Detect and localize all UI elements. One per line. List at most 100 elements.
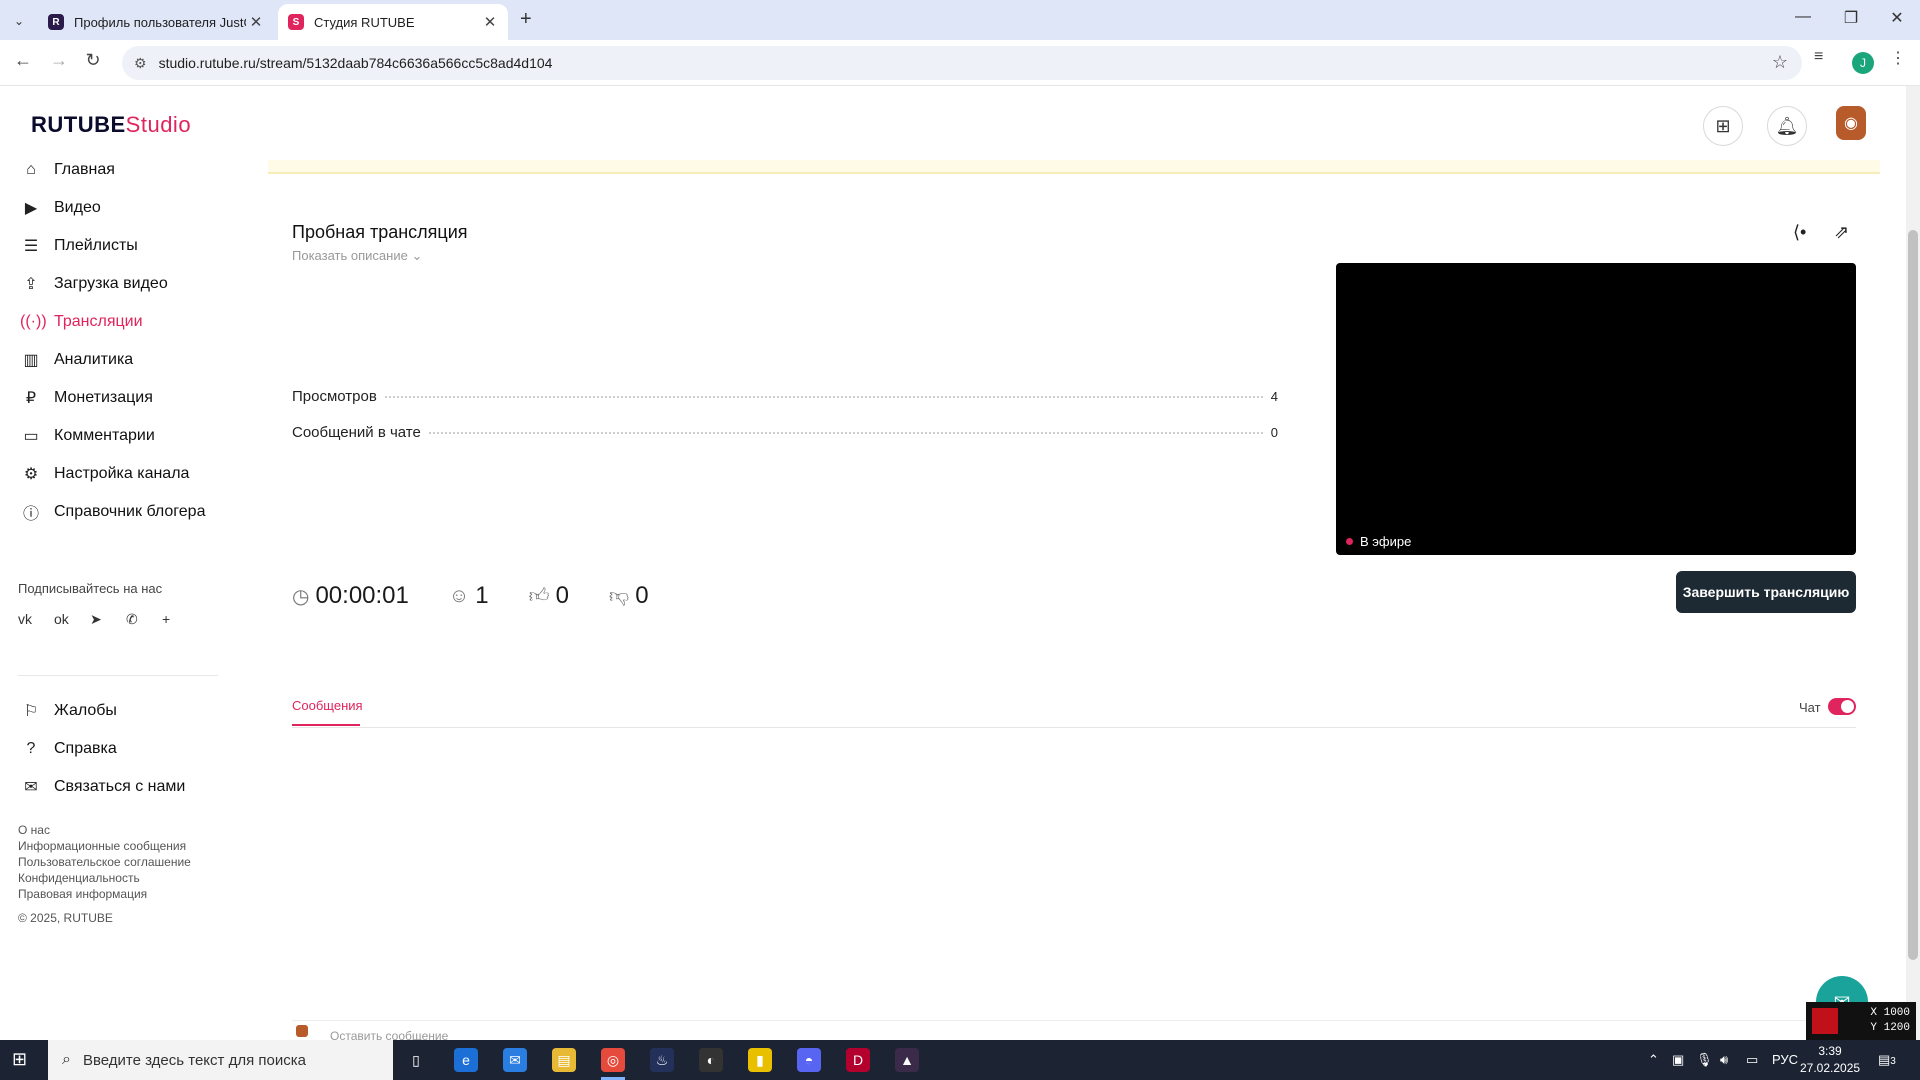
app-icon[interactable]: ▮ bbox=[748, 1048, 772, 1072]
avatar bbox=[296, 1025, 308, 1037]
discord-icon[interactable]: ◓ bbox=[797, 1048, 821, 1072]
tray-network-icon[interactable]: ▭ bbox=[1746, 1052, 1758, 1068]
thumbs-down-icon: 👎︎ bbox=[608, 585, 630, 607]
windows-start-icon[interactable]: ⊞ bbox=[12, 1049, 27, 1070]
sidebar-item-playlists[interactable]: ☰ Плейлисты bbox=[20, 231, 220, 261]
chrome-icon[interactable]: ◎ bbox=[601, 1048, 625, 1080]
stream-title: Пробная трансляция bbox=[292, 222, 468, 242]
show-description-toggle[interactable]: Показать описание ⌄ bbox=[292, 248, 422, 264]
footer-links: О нас Информационные сообщения Пользоват… bbox=[18, 822, 191, 902]
taskbar-search[interactable]: ⌕ Введите здесь текст для поиска bbox=[48, 1040, 393, 1080]
tab-title: Профиль пользователя JustGa bbox=[74, 14, 246, 30]
share-icon[interactable]: ⟨• bbox=[1793, 222, 1806, 243]
mail-icon: ✉ bbox=[24, 779, 38, 796]
url-field[interactable]: ⚙ studio.rutube.ru/stream/5132daab784c66… bbox=[122, 46, 1802, 80]
vk-icon[interactable]: vk bbox=[18, 611, 54, 628]
broadcast-icon: ((·)) bbox=[20, 313, 47, 330]
chat-toggle[interactable] bbox=[1828, 698, 1856, 715]
info-icon: ⓘ bbox=[22, 506, 39, 523]
messages-card bbox=[268, 662, 1880, 1042]
mail-app-icon[interactable]: ✉ bbox=[503, 1048, 527, 1072]
open-external-icon[interactable]: ⇗ bbox=[1834, 222, 1849, 243]
reload-icon[interactable]: ↻ bbox=[80, 50, 106, 71]
sidebar-item-label: Настройка канала bbox=[54, 465, 190, 482]
sidebar-item-complaints[interactable]: ⚐ Жалобы bbox=[20, 696, 220, 726]
sidebar-item-monetization[interactable]: ₽ Монетизация bbox=[20, 383, 220, 413]
footer-link-legal[interactable]: Правовая информация bbox=[18, 886, 191, 902]
footer-link-privacy[interactable]: Конфиденциальность bbox=[18, 870, 191, 886]
file-explorer-icon[interactable]: ▤ bbox=[552, 1048, 576, 1072]
tray-volume-icon[interactable]: 🔊︎ bbox=[1720, 1052, 1728, 1068]
dotted-leader bbox=[384, 396, 1263, 398]
bookmark-star-icon[interactable]: ☆ bbox=[1772, 52, 1788, 73]
close-tab-icon[interactable]: ✕ bbox=[480, 13, 500, 31]
sidebar-divider bbox=[18, 675, 218, 676]
tab-title: Студия RUTUBE bbox=[314, 14, 415, 30]
rutube-studio-logo[interactable]: RUTUBEStudio bbox=[31, 112, 191, 138]
back-icon[interactable]: ← bbox=[10, 50, 36, 71]
browser-profile-avatar[interactable]: J bbox=[1852, 52, 1874, 74]
stream-metrics: ◷ 00:00:01 ☺ 1 👍︎ 0 👎︎ 0 bbox=[292, 582, 689, 610]
plus-icon[interactable]: + bbox=[162, 611, 198, 628]
sidebar-item-contact[interactable]: ✉ Связаться с нами bbox=[20, 772, 220, 802]
sidebar-item-label: Главная bbox=[54, 161, 115, 178]
game-icon[interactable]: ▲ bbox=[895, 1048, 919, 1072]
close-tab-icon[interactable]: ✕ bbox=[246, 13, 266, 31]
tray-mic-icon[interactable]: 🎙︎ bbox=[1696, 1052, 1713, 1068]
edge-icon[interactable]: e bbox=[454, 1048, 478, 1072]
message-input-row[interactable]: Оставить сообщение bbox=[292, 1020, 1856, 1043]
language-indicator[interactable]: РУС bbox=[1772, 1052, 1798, 1067]
live-badge: В эфире bbox=[1346, 534, 1411, 549]
telegram-icon[interactable]: ➤ bbox=[90, 611, 126, 628]
add-video-icon[interactable]: ⊞ bbox=[1703, 106, 1743, 146]
obs-icon[interactable]: ◐ bbox=[699, 1048, 723, 1072]
notification-center-icon[interactable]: ▤3 bbox=[1878, 1052, 1896, 1068]
sidebar-item-label: Трансляции bbox=[54, 313, 143, 330]
tray-camera-icon[interactable]: ▣ bbox=[1672, 1052, 1684, 1068]
sidebar-item-upload[interactable]: ⇪ Загрузка видео bbox=[20, 269, 220, 299]
url-text[interactable]: studio.rutube.ru/stream/5132daab784c6636… bbox=[159, 55, 553, 71]
tab-profile[interactable]: R Профиль пользователя JustGa ✕ bbox=[38, 4, 274, 40]
media-control-icon[interactable]: ≡ bbox=[1814, 48, 1823, 66]
footer-link-info[interactable]: Информационные сообщения bbox=[18, 838, 191, 854]
minimize-icon[interactable]: — bbox=[1788, 8, 1818, 26]
site-settings-icon[interactable]: ⚙ bbox=[134, 55, 147, 72]
taskbar-search-placeholder: Введите здесь текст для поиска bbox=[82, 1051, 306, 1069]
avatar[interactable]: ◉ bbox=[1836, 106, 1866, 140]
sidebar-item-label: Жалобы bbox=[54, 702, 117, 719]
steam-icon[interactable]: ♨ bbox=[650, 1048, 674, 1072]
ok-icon[interactable]: ok bbox=[54, 611, 90, 628]
end-broadcast-button[interactable]: Завершить трансляцию bbox=[1676, 571, 1856, 613]
footer-link-about[interactable]: О нас bbox=[18, 822, 191, 838]
task-view-icon[interactable]: ▯ bbox=[404, 1048, 428, 1072]
sidebar-item-help[interactable]: ? Справка bbox=[20, 734, 220, 764]
tab-messages[interactable]: Сообщения bbox=[292, 698, 363, 713]
new-tab-icon[interactable]: + bbox=[520, 8, 532, 31]
sidebar-item-blogger-guide[interactable]: ⓘ Справочник блогера bbox=[20, 497, 220, 527]
viber-icon[interactable]: ✆ bbox=[126, 611, 162, 628]
sidebar-item-home[interactable]: ⌂ Главная bbox=[20, 155, 220, 185]
bell-icon[interactable]: 🔔︎ bbox=[1767, 106, 1807, 146]
sidebar-item-channel-settings[interactable]: ⚙ Настройка канала bbox=[20, 459, 220, 489]
forward-icon[interactable]: → bbox=[46, 50, 72, 71]
messages-divider bbox=[292, 727, 1856, 728]
x-readout: X 1000 bbox=[1870, 1007, 1910, 1019]
close-window-icon[interactable]: ✕ bbox=[1882, 8, 1912, 28]
restore-icon[interactable]: ❐ bbox=[1836, 8, 1866, 28]
tray-chevron-icon[interactable]: ⌃ bbox=[1648, 1052, 1659, 1068]
sidebar-item-analytics[interactable]: ▥ Аналитика bbox=[20, 345, 220, 375]
clock-icon: ◷ bbox=[292, 585, 310, 608]
tab-studio[interactable]: S Студия RUTUBE ✕ bbox=[278, 4, 508, 40]
dayz-launcher-icon[interactable]: D bbox=[846, 1048, 870, 1072]
stream-player[interactable]: В эфире bbox=[1336, 263, 1856, 555]
taskbar-clock[interactable]: 3:39 27.02.2025 bbox=[1800, 1043, 1860, 1077]
rutube-favicon-icon: R bbox=[48, 14, 64, 30]
footer-link-terms[interactable]: Пользовательское соглашение bbox=[18, 854, 191, 870]
sidebar-item-comments[interactable]: ▭ Комментарии bbox=[20, 421, 220, 451]
tab-search-icon[interactable]: ⌄ bbox=[8, 10, 30, 32]
browser-menu-icon[interactable]: ⋮ bbox=[1890, 48, 1906, 68]
sidebar-item-broadcasts[interactable]: ((·)) Трансляции bbox=[20, 307, 220, 337]
scrollbar-thumb[interactable] bbox=[1908, 230, 1918, 960]
social-links: vk ok ➤ ✆ + bbox=[18, 611, 198, 628]
sidebar-item-video[interactable]: ▶ Видео bbox=[20, 193, 220, 223]
